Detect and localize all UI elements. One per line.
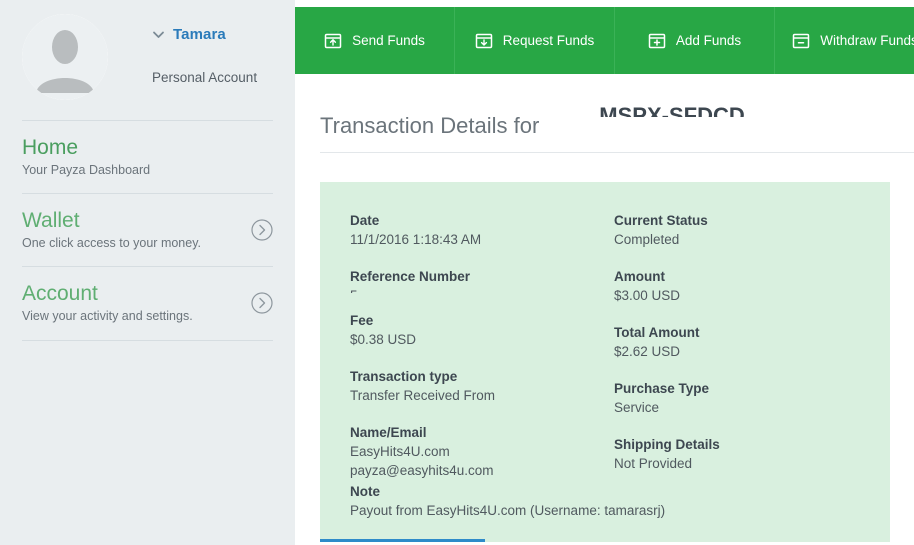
field-reference-number-label: Reference Number — [350, 269, 471, 284]
field-shipping-details-value: Not Provided — [614, 456, 693, 471]
sidebar-item-wallet[interactable]: Wallet One click access to your money. — [22, 193, 273, 266]
detail-column-right: Current Status Completed Amount $3.00 US… — [614, 212, 878, 480]
main-content: Send Funds Request Funds Add Funds Withd… — [295, 0, 914, 545]
detail-columns: Date 11/1/2016 1:18:43 AM Reference Numb… — [350, 212, 890, 480]
field-name-email-value: EasyHits4U.com — [350, 444, 450, 459]
add-funds-label: Add Funds — [675, 33, 742, 48]
sidebar-item-account-subtitle: View your activity and settings. — [22, 309, 193, 323]
field-amount: Amount $3.00 USD — [614, 268, 878, 305]
field-note-value: Payout from EasyHits4U.com (Username: ta… — [350, 503, 666, 518]
sidebar-item-account-title: Account — [22, 282, 98, 305]
send-funds-button[interactable]: Send Funds — [295, 7, 455, 74]
request-funds-label: Request Funds — [502, 33, 595, 48]
box-arrow-up-icon — [324, 32, 342, 50]
withdraw-funds-label: Withdraw Funds — [820, 33, 914, 48]
field-purchase-type-value: Service — [614, 400, 660, 415]
account-type-label: Personal Account — [152, 70, 258, 85]
field-current-status-label: Current Status — [614, 213, 708, 228]
sidebar-item-wallet-subtitle: One click access to your money. — [22, 236, 202, 250]
sidebar-item-wallet-title: Wallet — [22, 209, 80, 232]
sidebar-item-account[interactable]: Account View your activity and settings. — [22, 266, 273, 339]
detail-column-left: Date 11/1/2016 1:18:43 AM Reference Numb… — [350, 212, 614, 480]
field-name-email-value-secondary: payza@easyhits4u.com — [350, 463, 494, 478]
page-title-wrap: Transaction Details for MSPX-SFDCD — [320, 100, 914, 152]
field-fee-value: $0.38 USD — [350, 332, 417, 347]
field-name-email-label: Name/Email — [350, 425, 427, 440]
sidebar-item-home[interactable]: Home Your Payza Dashboard — [22, 120, 273, 193]
box-minus-icon — [792, 32, 810, 50]
chevron-right-circle-icon[interactable] — [251, 219, 273, 241]
title-divider — [320, 152, 914, 153]
request-funds-button[interactable]: Request Funds — [455, 7, 615, 74]
field-reference-number: Reference Number 5 ... ... .... — [350, 268, 614, 293]
field-purchase-type: Purchase Type Service — [614, 380, 878, 417]
sidebar-item-home-subtitle: Your Payza Dashboard — [22, 163, 151, 177]
field-fee: Fee $0.38 USD — [350, 312, 614, 349]
chevron-down-icon — [152, 28, 165, 41]
field-date-value: 11/1/2016 1:18:43 AM — [350, 232, 482, 247]
field-shipping-details: Shipping Details Not Provided — [614, 436, 878, 473]
action-toolbar: Send Funds Request Funds Add Funds Withd… — [295, 7, 914, 74]
field-fee-label: Fee — [350, 313, 374, 328]
page-title-reference: MSPX-SFDCD — [599, 103, 745, 117]
field-note: Note Payout from EasyHits4U.com (Usernam… — [350, 483, 890, 520]
chevron-right-circle-icon[interactable] — [251, 292, 273, 314]
field-reference-number-value: 5 ... ... .... — [350, 286, 614, 293]
add-funds-button[interactable]: Add Funds — [615, 7, 775, 74]
sidebar-item-home-title: Home — [22, 136, 79, 159]
field-total-amount: Total Amount $2.62 USD — [614, 324, 878, 361]
field-date-label: Date — [350, 213, 380, 228]
field-transaction-type-value: Transfer Received From — [350, 388, 496, 403]
transaction-details-panel: Date 11/1/2016 1:18:43 AM Reference Numb… — [320, 182, 890, 542]
send-funds-label: Send Funds — [352, 33, 425, 48]
box-plus-icon — [648, 32, 666, 50]
avatar — [22, 14, 108, 100]
field-total-amount-label: Total Amount — [614, 325, 700, 340]
box-arrow-down-icon — [475, 32, 493, 50]
field-date: Date 11/1/2016 1:18:43 AM — [350, 212, 614, 249]
profile-block: Tamara Personal Account — [0, 0, 295, 120]
status-badge: Completed — [614, 232, 680, 247]
withdraw-funds-button[interactable]: Withdraw Funds — [775, 7, 914, 74]
field-shipping-details-label: Shipping Details — [614, 437, 720, 452]
field-transaction-type-label: Transaction type — [350, 369, 458, 384]
page-title-text: Transaction Details for — [320, 113, 540, 138]
field-amount-value: $3.00 USD — [614, 288, 681, 303]
field-name-email: Name/Email EasyHits4U.com payza@easyhits… — [350, 424, 614, 480]
field-amount-label: Amount — [614, 269, 665, 284]
accent-bar — [320, 539, 485, 542]
sidebar-divider — [22, 340, 273, 341]
account-menu-toggle[interactable]: Tamara — [152, 26, 226, 43]
account-name: Tamara — [173, 26, 226, 43]
sidebar: Tamara Personal Account Home Your Payza … — [0, 0, 295, 545]
page-title: Transaction Details for MSPX-SFDCD — [320, 100, 914, 152]
field-current-status: Current Status Completed — [614, 212, 878, 249]
field-total-amount-value: $2.62 USD — [614, 344, 681, 359]
field-transaction-type: Transaction type Transfer Received From — [350, 368, 614, 405]
field-purchase-type-label: Purchase Type — [614, 381, 710, 396]
field-note-label: Note — [350, 484, 380, 499]
